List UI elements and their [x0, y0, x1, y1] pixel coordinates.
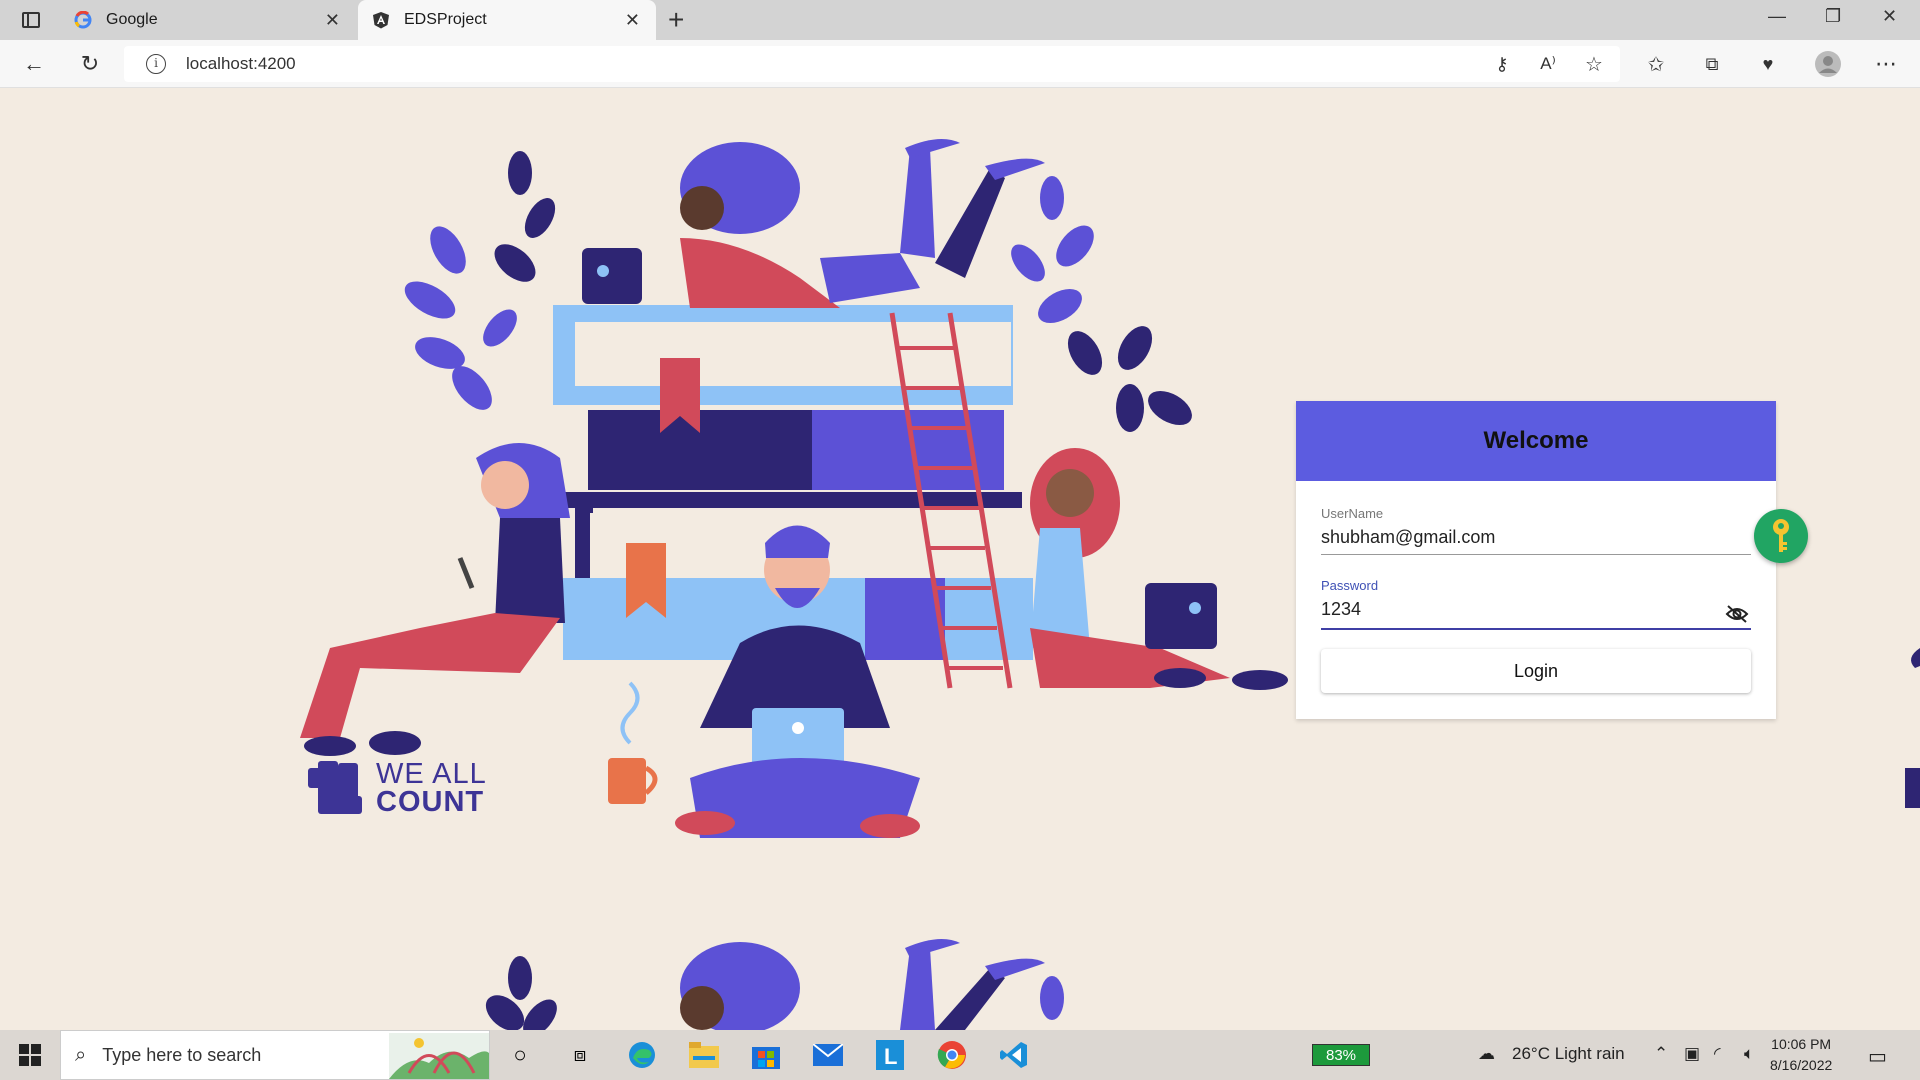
clock-time: 10:06 PM — [1771, 1036, 1832, 1052]
tab-actions-icon[interactable] — [22, 12, 40, 28]
page-content: WE ALL COUNT Welcome UserName shubham@gm… — [0, 88, 1920, 1030]
store-icon[interactable] — [750, 1039, 782, 1071]
minimize-icon[interactable]: — — [1768, 6, 1786, 27]
mail-icon[interactable] — [812, 1039, 844, 1071]
system-clock[interactable]: 10:06 PM 8/16/2022 — [1770, 1034, 1832, 1076]
browser-toolbar: ← ↻ i localhost:4200 ⚷ A⁾ ☆ ✩ ⧉ ♥ ⋯ — [0, 40, 1920, 88]
tab-google[interactable]: Google ✕ — [60, 0, 356, 40]
vscode-icon[interactable] — [998, 1039, 1030, 1071]
logo-text-line1: WE ALL — [376, 758, 487, 790]
close-window-icon[interactable]: ✕ — [1882, 6, 1897, 27]
weather-icon[interactable]: ☁ — [1478, 1044, 1495, 1064]
battery-indicator[interactable]: 83% — [1312, 1044, 1370, 1066]
read-aloud-icon[interactable]: A⁾ — [1534, 50, 1562, 78]
refresh-icon[interactable]: ↻ — [76, 50, 104, 78]
password-manager-fab[interactable] — [1754, 509, 1808, 563]
close-icon[interactable]: ✕ — [625, 10, 640, 31]
url-text[interactable]: localhost:4200 — [186, 54, 296, 74]
password-field[interactable]: Password 1234 — [1321, 578, 1751, 630]
taskbar-search[interactable]: ⌕ Type here to search — [60, 1030, 490, 1080]
back-icon[interactable]: ← — [20, 50, 48, 78]
password-label: Password — [1321, 578, 1379, 593]
browser-essentials-icon[interactable]: ♥ — [1754, 50, 1782, 78]
login-button[interactable]: Login — [1321, 649, 1751, 693]
tab-title: EDSProject — [404, 11, 487, 28]
security-icon[interactable]: ▣ — [1684, 1044, 1700, 1064]
new-tab-button[interactable]: + — [668, 4, 684, 36]
volume-icon[interactable]: 🔈︎ — [1744, 1044, 1754, 1064]
google-icon — [74, 11, 92, 29]
search-highlight-icon — [389, 1033, 489, 1079]
site-info-icon[interactable]: i — [146, 54, 166, 74]
tab-title: Google — [106, 11, 158, 28]
file-explorer-icon[interactable] — [688, 1039, 720, 1071]
logo-text-line2: COUNT — [376, 786, 485, 818]
card-header: Welcome — [1296, 401, 1776, 481]
chevron-up-icon[interactable]: ⌃ — [1654, 1044, 1668, 1064]
wifi-icon[interactable]: ◜ — [1714, 1044, 1721, 1064]
windows-taskbar: ⌕ Type here to search ○ ⧈ L 83% ☁ 26°C L… — [0, 1030, 1920, 1080]
username-input[interactable]: shubham@gmail.com — [1321, 527, 1751, 548]
l-app-icon[interactable]: L — [874, 1039, 906, 1071]
username-field[interactable]: UserName shubham@gmail.com — [1321, 506, 1751, 556]
profile-avatar[interactable] — [1814, 50, 1842, 78]
close-icon[interactable]: ✕ — [325, 10, 340, 31]
visibility-off-icon[interactable] — [1725, 604, 1749, 624]
password-input[interactable]: 1234 — [1321, 599, 1751, 620]
weather-text[interactable]: 26°C Light rain — [1512, 1044, 1625, 1064]
windows-start-icon[interactable] — [14, 1039, 46, 1071]
cortana-icon[interactable]: ○ — [504, 1039, 536, 1071]
tab-edsproject[interactable]: EDSProject ✕ — [358, 0, 656, 40]
welcome-title: Welcome — [1483, 427, 1589, 454]
restore-icon[interactable]: ❐ — [1825, 6, 1841, 27]
more-icon[interactable]: ⋯ — [1872, 50, 1900, 78]
password-key-icon[interactable]: ⚷ — [1488, 50, 1516, 78]
svg-text:L: L — [884, 1044, 897, 1069]
we-all-count-logo: WE ALL COUNT — [376, 758, 487, 818]
notifications-icon[interactable]: ▭ — [1868, 1044, 1887, 1069]
address-bar[interactable]: i localhost:4200 ⚷ A⁾ ☆ — [124, 46, 1620, 82]
favorites-icon[interactable]: ✩ — [1642, 50, 1670, 78]
username-label: UserName — [1321, 506, 1384, 521]
task-view-icon[interactable]: ⧈ — [564, 1039, 596, 1071]
add-favorite-icon[interactable]: ☆ — [1580, 50, 1608, 78]
clock-date: 8/16/2022 — [1770, 1057, 1833, 1073]
search-icon: ⌕ — [75, 1043, 87, 1066]
chrome-icon[interactable] — [936, 1039, 968, 1071]
edge-icon[interactable] — [626, 1039, 658, 1071]
search-placeholder: Type here to search — [102, 1044, 262, 1065]
collections-icon[interactable]: ⧉ — [1698, 50, 1726, 78]
login-card: Welcome UserName shubham@gmail.com Passw… — [1296, 401, 1776, 719]
key-icon — [1773, 519, 1789, 552]
browser-tabstrip: Google ✕ EDSProject ✕ + — ❐ ✕ — [0, 0, 1920, 40]
angular-icon — [372, 11, 390, 29]
